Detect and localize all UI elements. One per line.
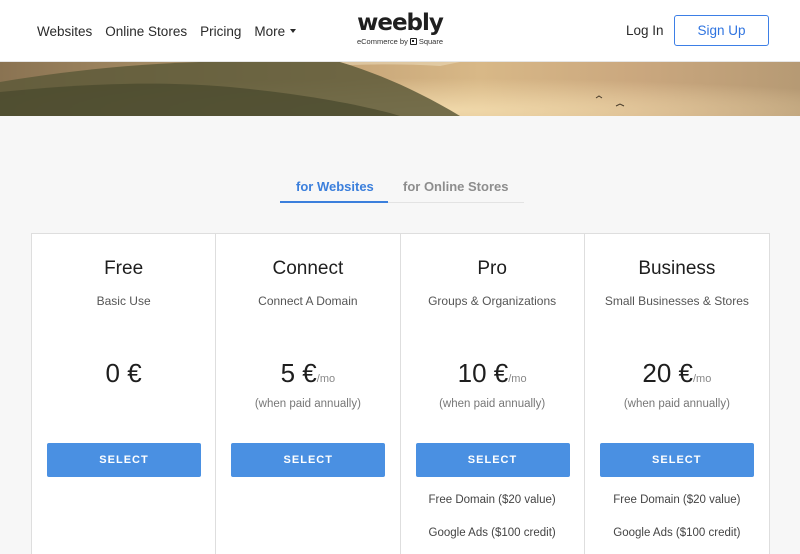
plan-feature: Google Ads ($100 credit) (428, 527, 556, 539)
price-amount: 20 € (642, 358, 693, 388)
nav-websites[interactable]: Websites (37, 24, 92, 39)
price-period: /mo (316, 373, 336, 385)
site-header: Websites Online Stores Pricing More weeb… (0, 0, 800, 62)
plan-description: Connect A Domain (258, 294, 358, 308)
billing-note: (when paid annually) (623, 398, 730, 410)
plan-description: Small Businesses & Stores (604, 294, 749, 308)
plan-feature: Free Domain ($20 value) (613, 494, 741, 506)
active-tab-indicator (280, 201, 388, 203)
logo-tagline: eCommerce by Square (350, 37, 450, 46)
select-pro-button[interactable]: SELECT (415, 443, 570, 477)
hero-banner-image (0, 62, 800, 116)
logo-tagline-prefix: eCommerce by (356, 37, 408, 46)
logo-wordmark: weebly (357, 10, 444, 36)
nav-pricing[interactable]: Pricing (200, 24, 241, 39)
plan-price: 20 €/mo (585, 358, 769, 389)
plan-type-tabs: for Websites for Online Stores (280, 174, 524, 203)
weebly-logo[interactable]: weebly eCommerce by Square (350, 10, 450, 46)
nav-more[interactable]: More (254, 23, 297, 39)
plan-feature: Free Domain ($20 value) (428, 494, 556, 506)
caret-down-icon (290, 28, 297, 33)
price-amount: 0 € (105, 358, 142, 388)
price-amount: 10 € (457, 358, 509, 388)
plan-card-free: Free Basic Use 0 € SELECT (32, 234, 217, 554)
pricing-plans: Free Basic Use 0 € SELECT Connect Connec… (31, 233, 770, 554)
tab-for-websites[interactable]: for Websites (296, 179, 374, 194)
plan-name: Business (638, 258, 716, 279)
signup-button[interactable]: Sign Up (674, 15, 769, 46)
square-logo-icon (409, 38, 417, 45)
plan-card-business: Business Small Businesses & Stores 20 €/… (585, 234, 769, 554)
plan-name: Connect (272, 258, 344, 279)
billing-note: (when paid annually) (254, 398, 361, 410)
billing-note: (when paid annually) (439, 398, 546, 410)
nav-more-label: More (254, 23, 286, 39)
plan-price: 0 € (32, 358, 215, 389)
hero-landscape (0, 62, 800, 116)
price-amount: 5 € (280, 358, 317, 388)
logo-tagline-brand: Square (418, 37, 444, 46)
plan-name: Free (104, 258, 144, 279)
plan-name: Pro (477, 258, 507, 279)
plan-card-connect: Connect Connect A Domain 5 €/mo (when pa… (216, 234, 401, 554)
login-link[interactable]: Log In (626, 23, 664, 38)
main-nav: Websites Online Stores Pricing More (37, 0, 297, 62)
plan-description: Basic Use (96, 294, 151, 308)
nav-online-stores[interactable]: Online Stores (105, 24, 187, 39)
select-business-button[interactable]: SELECT (599, 443, 754, 477)
tab-for-online-stores[interactable]: for Online Stores (403, 179, 508, 194)
price-period: /mo (693, 373, 712, 385)
select-connect-button[interactable]: SELECT (231, 443, 386, 477)
plan-card-pro: Pro Groups & Organizations 10 €/mo (when… (401, 234, 585, 554)
plan-price: 5 €/mo (216, 358, 399, 389)
plan-description: Groups & Organizations (428, 294, 557, 308)
plan-feature: Google Ads ($100 credit) (613, 527, 741, 539)
select-free-button[interactable]: SELECT (47, 443, 201, 477)
price-period: /mo (508, 373, 527, 385)
plan-price: 10 €/mo (401, 358, 584, 389)
